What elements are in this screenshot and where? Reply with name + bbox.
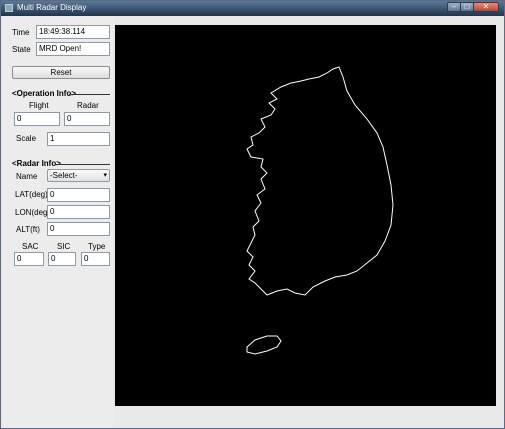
state-field[interactable]: MRD Open!	[36, 42, 110, 56]
time-field[interactable]: 18:49:38.114	[36, 25, 110, 39]
alt-field[interactable]: 0	[47, 222, 110, 236]
operation-info-divider	[69, 94, 110, 95]
radar-map-view[interactable]	[115, 25, 496, 406]
reset-button[interactable]: Reset	[12, 66, 110, 79]
scale-label: Scale	[16, 134, 37, 143]
main-window: Multi Radar Display – □ ✕ Time 18:49:38.…	[0, 0, 505, 429]
map-svg	[246, 66, 394, 355]
window-title: Multi Radar Display	[17, 3, 87, 12]
control-panel: Time 18:49:38.114 State MRD Open! Reset …	[2, 16, 113, 428]
close-icon: ✕	[482, 2, 490, 11]
type-label: Type	[88, 242, 106, 251]
lon-field[interactable]: 0	[47, 205, 110, 219]
radar-info-divider	[56, 164, 110, 165]
sic-field[interactable]: 0	[48, 252, 76, 266]
lat-field[interactable]: 0	[47, 188, 110, 202]
radar-count-field[interactable]: 0	[64, 112, 110, 126]
radar-info-header: <Radar Info>	[12, 159, 61, 168]
lon-label: LON(deg)	[15, 208, 51, 217]
maximize-icon: □	[464, 2, 470, 11]
radar-name-dropdown[interactable]: -Select- ▾	[47, 169, 110, 182]
sic-label: SIC	[57, 242, 71, 251]
chevron-down-icon: ▾	[103, 172, 107, 179]
alt-label: ALT(ft)	[16, 225, 40, 234]
scale-field[interactable]: 1	[47, 132, 110, 146]
state-label: State	[12, 45, 31, 54]
radar-name-selected: -Select-	[50, 171, 78, 180]
app-icon	[5, 4, 13, 12]
title-bar[interactable]: Multi Radar Display – □ ✕	[1, 1, 504, 16]
maximize-button[interactable]: □	[460, 2, 474, 12]
operation-info-header: <Operation Info>	[12, 89, 77, 98]
time-label: Time	[12, 28, 30, 37]
radar-name-label: Name	[16, 172, 38, 181]
close-button[interactable]: ✕	[473, 2, 499, 12]
korea-mainland-outline	[246, 66, 394, 296]
radar-label: Radar	[77, 101, 99, 110]
sac-label: SAC	[22, 242, 39, 251]
sac-field[interactable]: 0	[14, 252, 44, 266]
flight-label: Flight	[29, 101, 49, 110]
minimize-icon: –	[451, 2, 457, 11]
jeju-island-outline	[246, 335, 282, 355]
type-field[interactable]: 0	[81, 252, 110, 266]
flight-count-field[interactable]: 0	[14, 112, 60, 126]
lat-label: LAT(deg)	[15, 190, 48, 199]
minimize-button[interactable]: –	[447, 2, 461, 12]
